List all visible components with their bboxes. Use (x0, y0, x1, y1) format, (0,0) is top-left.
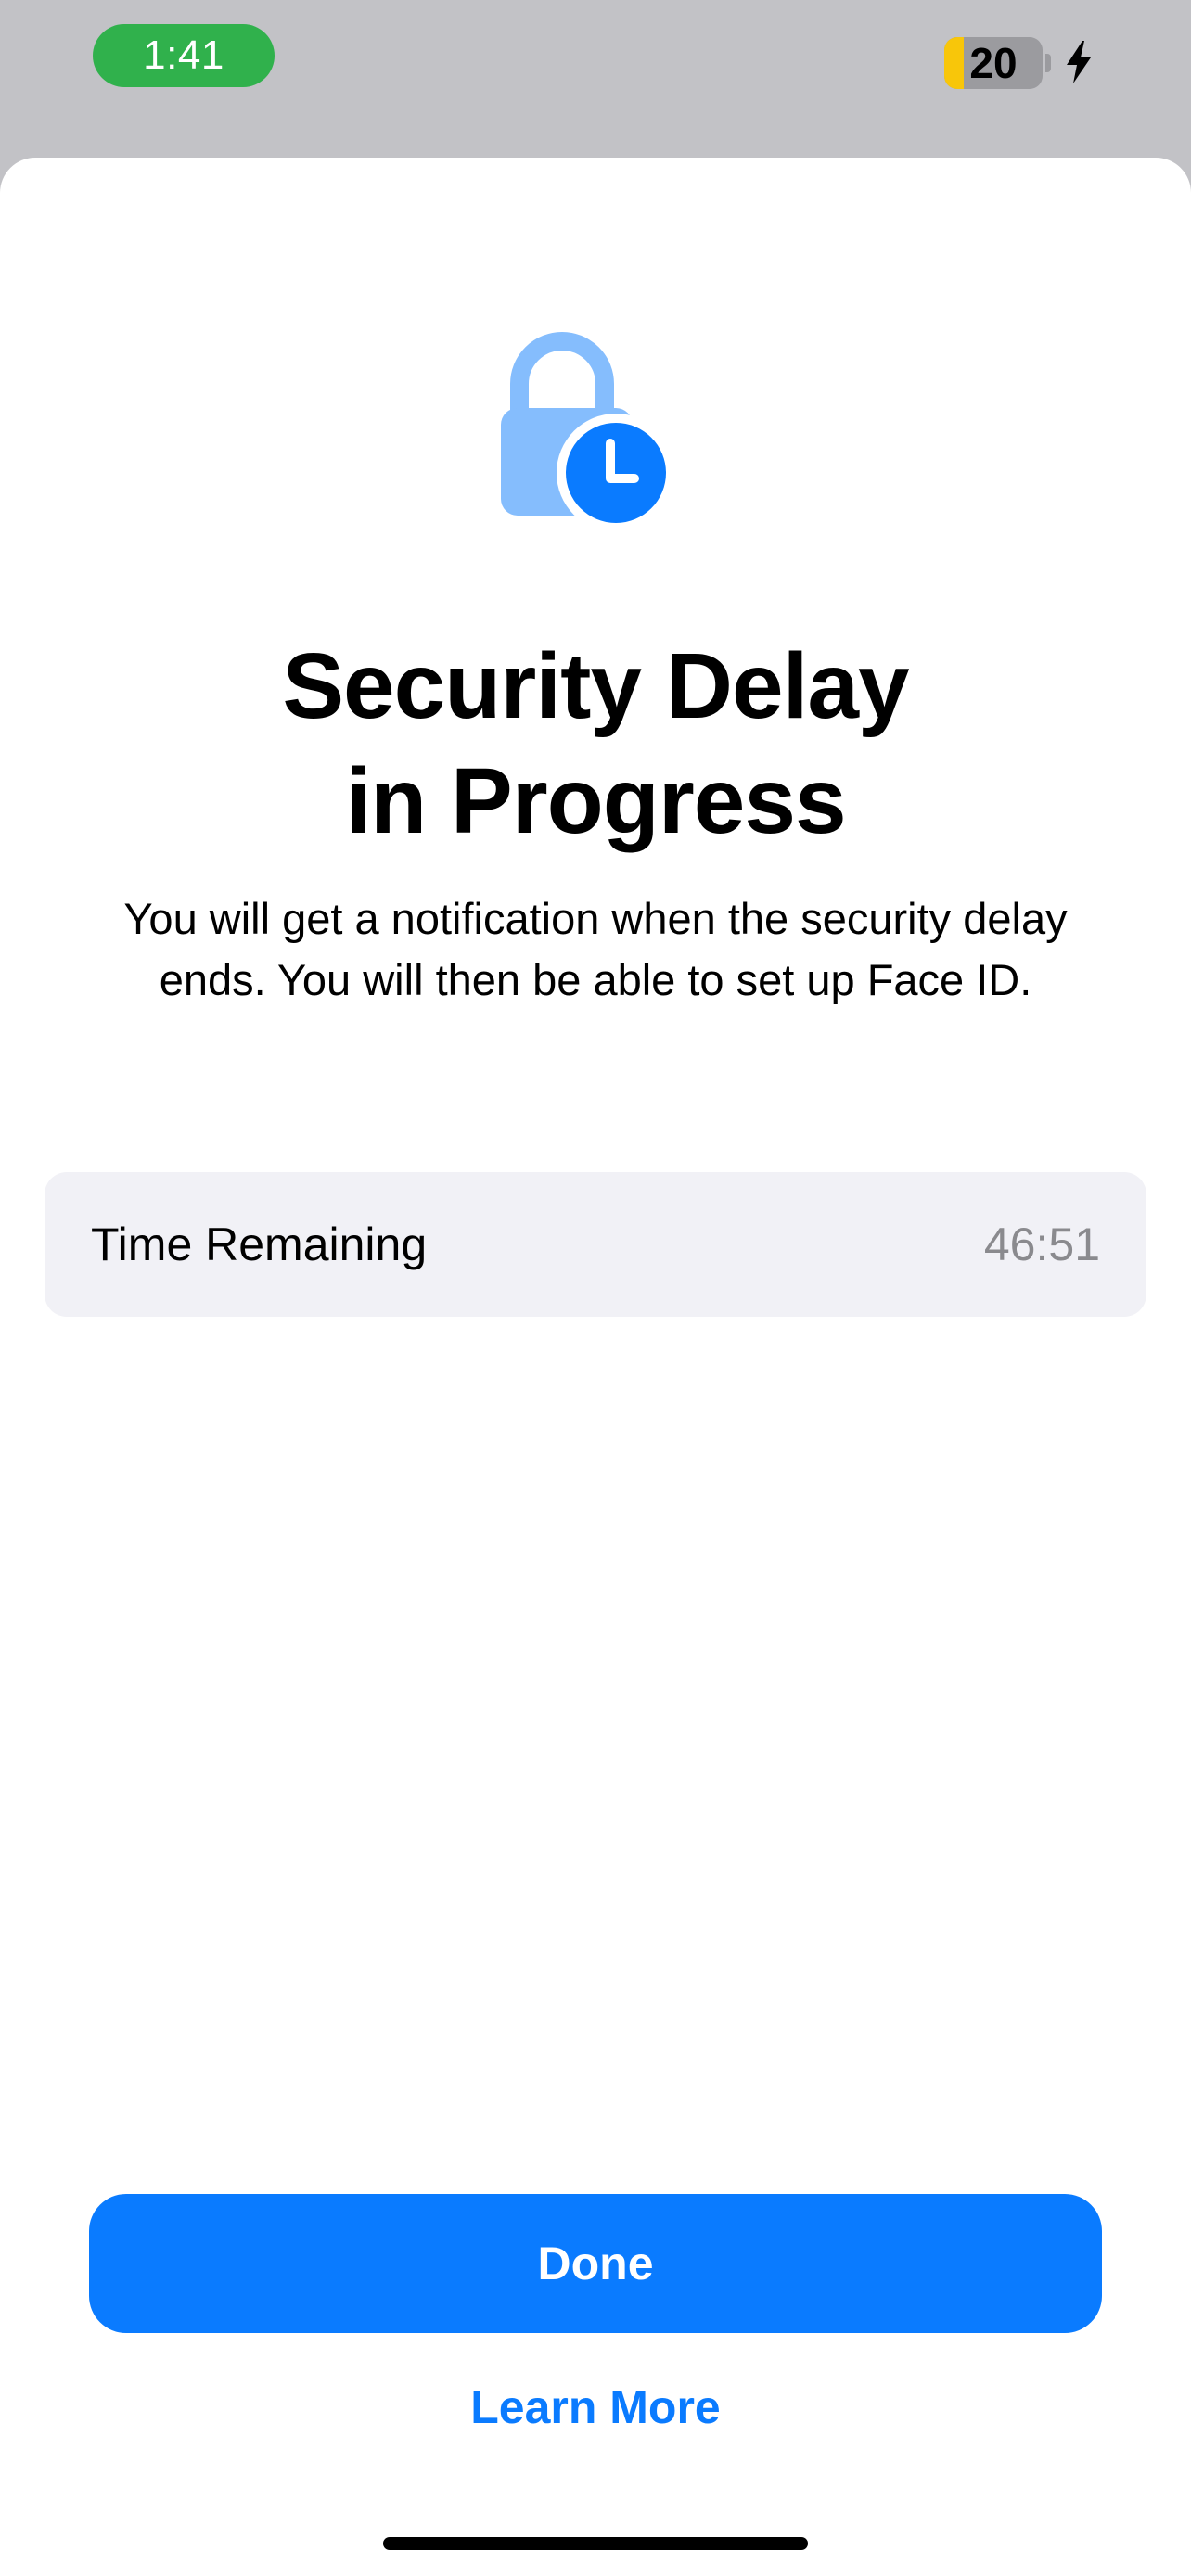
time-remaining-card: Time Remaining 46:51 (45, 1172, 1146, 1317)
battery-level: 20 (969, 39, 1018, 87)
battery-nub (1045, 54, 1051, 72)
time-remaining-value: 46:51 (983, 1218, 1100, 1270)
done-button[interactable]: Done (89, 2194, 1102, 2333)
page-title-line-1: Security Delay (282, 634, 909, 738)
status-time[interactable]: 1:41 (93, 24, 275, 87)
status-bar: 1:41 20 (0, 0, 1191, 158)
status-time-label: 1:41 (143, 32, 224, 78)
page-title: Security Delay in Progress (0, 629, 1191, 859)
description-text: You will get a notification when the sec… (123, 894, 1068, 1004)
learn-more-link[interactable]: Learn More (0, 2374, 1191, 2441)
bolt-icon (1067, 41, 1091, 83)
time-remaining-label: Time Remaining (91, 1218, 428, 1270)
lock-with-clock-icon (501, 332, 675, 532)
home-indicator[interactable] (383, 2537, 808, 2550)
page-title-line-2: in Progress (345, 749, 846, 853)
battery-indicator: 20 (944, 37, 1043, 89)
